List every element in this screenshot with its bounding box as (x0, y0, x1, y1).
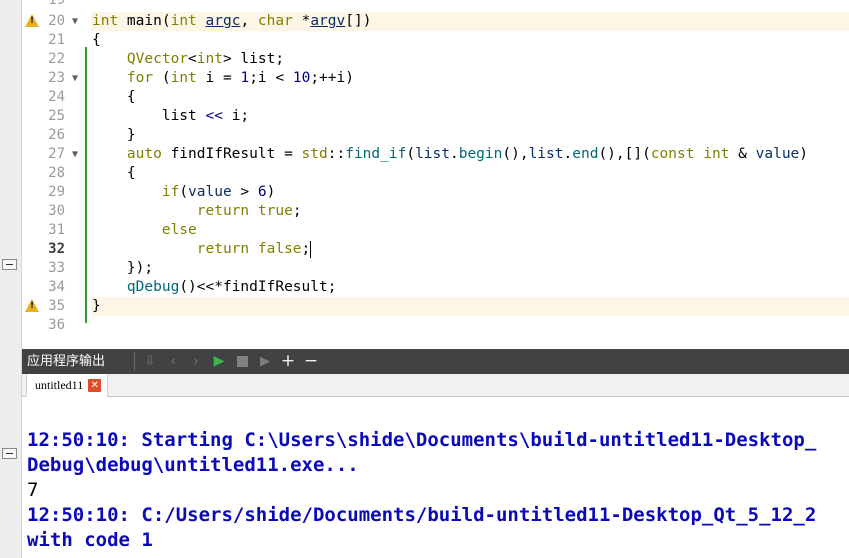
output-line: with code 1 (27, 529, 153, 551)
code-line: qDebug()<<*findIfResult; (126, 279, 337, 295)
code-text-area[interactable]: int main(int argc, char *argv[]) { QVect… (91, 0, 849, 348)
text-cursor (310, 240, 312, 258)
tab-label: untitled11 (35, 378, 84, 392)
output-pane-header: 应用程序输出 ⇩ ‹ › ▶ ▶ + − (22, 349, 849, 374)
code-line: else (161, 222, 197, 238)
output-line: 12:50:10: C:/Users/shide/Documents/build… (27, 504, 817, 526)
zoom-in-icon[interactable]: + (278, 352, 298, 371)
line-number: 22 (48, 51, 65, 67)
current-code-line: return false; (196, 240, 312, 258)
code-line: }); (92, 260, 154, 276)
run-icon[interactable]: ▶ (209, 352, 229, 371)
code-line: QVector<int> list; (126, 51, 285, 67)
warning-icon[interactable] (25, 14, 39, 27)
line-number: 34 (48, 279, 65, 295)
code-line: for (int i = 1;i < 10;++i) (126, 70, 354, 86)
output-tab-bar: untitled11 ✕ (22, 374, 849, 397)
line-number: 24 (48, 89, 65, 105)
line-number: 36 (48, 317, 65, 333)
warning-icon[interactable] (25, 299, 39, 312)
close-icon[interactable]: ✕ (88, 379, 102, 392)
collapse-toggle-icon[interactable] (2, 259, 17, 270)
code-line: } (91, 297, 849, 316)
line-number: 26 (48, 127, 65, 143)
line-number: 25 (48, 108, 65, 124)
zoom-out-icon[interactable]: − (301, 352, 321, 371)
code-line: { (92, 89, 136, 105)
collapse-toggle-icon[interactable] (2, 448, 17, 459)
output-pane-title: 应用程序输出 (27, 354, 106, 369)
code-line: { (92, 165, 136, 181)
code-line: { (92, 32, 101, 48)
code-line: auto findIfResult = std::find_if(list.be… (126, 146, 809, 162)
next-icon[interactable]: › (186, 352, 206, 371)
code-editor[interactable]: 19 20 ▼ 21 22 23 ▼ 24 25 26 27 ▼ 28 29 3… (22, 0, 849, 348)
fold-arrow-icon[interactable]: ▼ (72, 145, 78, 164)
output-line: 7 (27, 479, 39, 501)
tab-untitled11[interactable]: untitled11 ✕ (26, 374, 109, 397)
output-line: 12:50:10: Starting C:\Users\shide\Docume… (27, 429, 817, 451)
fold-arrow-icon[interactable]: ▼ (72, 69, 78, 88)
code-line: if(value > 6) (161, 184, 276, 200)
code-line: list << i; (92, 108, 250, 124)
left-side-strip (0, 0, 22, 558)
line-number: 35 (48, 298, 65, 314)
line-number: 29 (48, 184, 65, 200)
current-line-number: 32 (48, 241, 65, 257)
code-line: } (92, 127, 136, 143)
stop-icon[interactable] (232, 352, 252, 371)
step-into-icon[interactable]: ⇩ (140, 352, 160, 371)
fold-arrow-icon[interactable]: ▼ (72, 12, 78, 31)
application-output[interactable]: 12:50:10: Starting C:\Users\shide\Docume… (22, 397, 849, 558)
line-number: 28 (48, 165, 65, 181)
line-number: 30 (48, 203, 65, 219)
attach-icon[interactable]: ▶ (255, 352, 275, 371)
code-line: int main(int argc, char *argv[]) (91, 12, 849, 31)
line-number: 20 (48, 13, 65, 29)
line-number: 21 (48, 32, 65, 48)
line-number-gutter: 19 20 ▼ 21 22 23 ▼ 24 25 26 27 ▼ 28 29 3… (22, 0, 91, 348)
toolbar-separator (134, 352, 135, 371)
line-number: 23 (48, 70, 65, 86)
line-number: 31 (48, 222, 65, 238)
line-number: 27 (48, 146, 65, 162)
line-number: 19 (48, 0, 65, 8)
code-line: return true; (196, 203, 302, 219)
line-number: 33 (48, 260, 65, 276)
previous-icon[interactable]: ‹ (163, 352, 183, 371)
output-line: Debug\debug\untitled11.exe... (27, 454, 359, 476)
